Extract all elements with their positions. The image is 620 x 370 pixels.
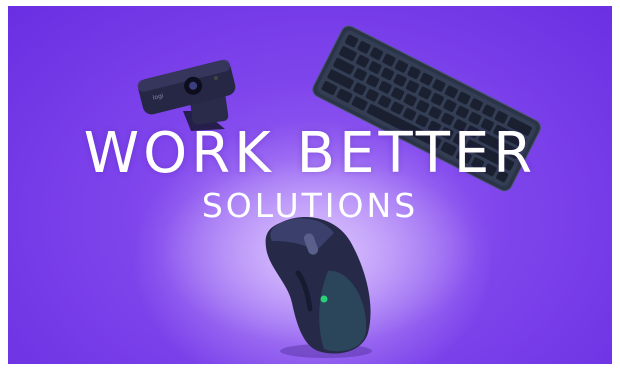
subheadline: SOLUTIONS: [201, 186, 419, 225]
headline: WORK BETTER: [83, 121, 537, 186]
promo-banner[interactable]: logi WORK BETTER SOLUTIONS: [8, 6, 612, 364]
mouse-image: [265, 217, 372, 358]
